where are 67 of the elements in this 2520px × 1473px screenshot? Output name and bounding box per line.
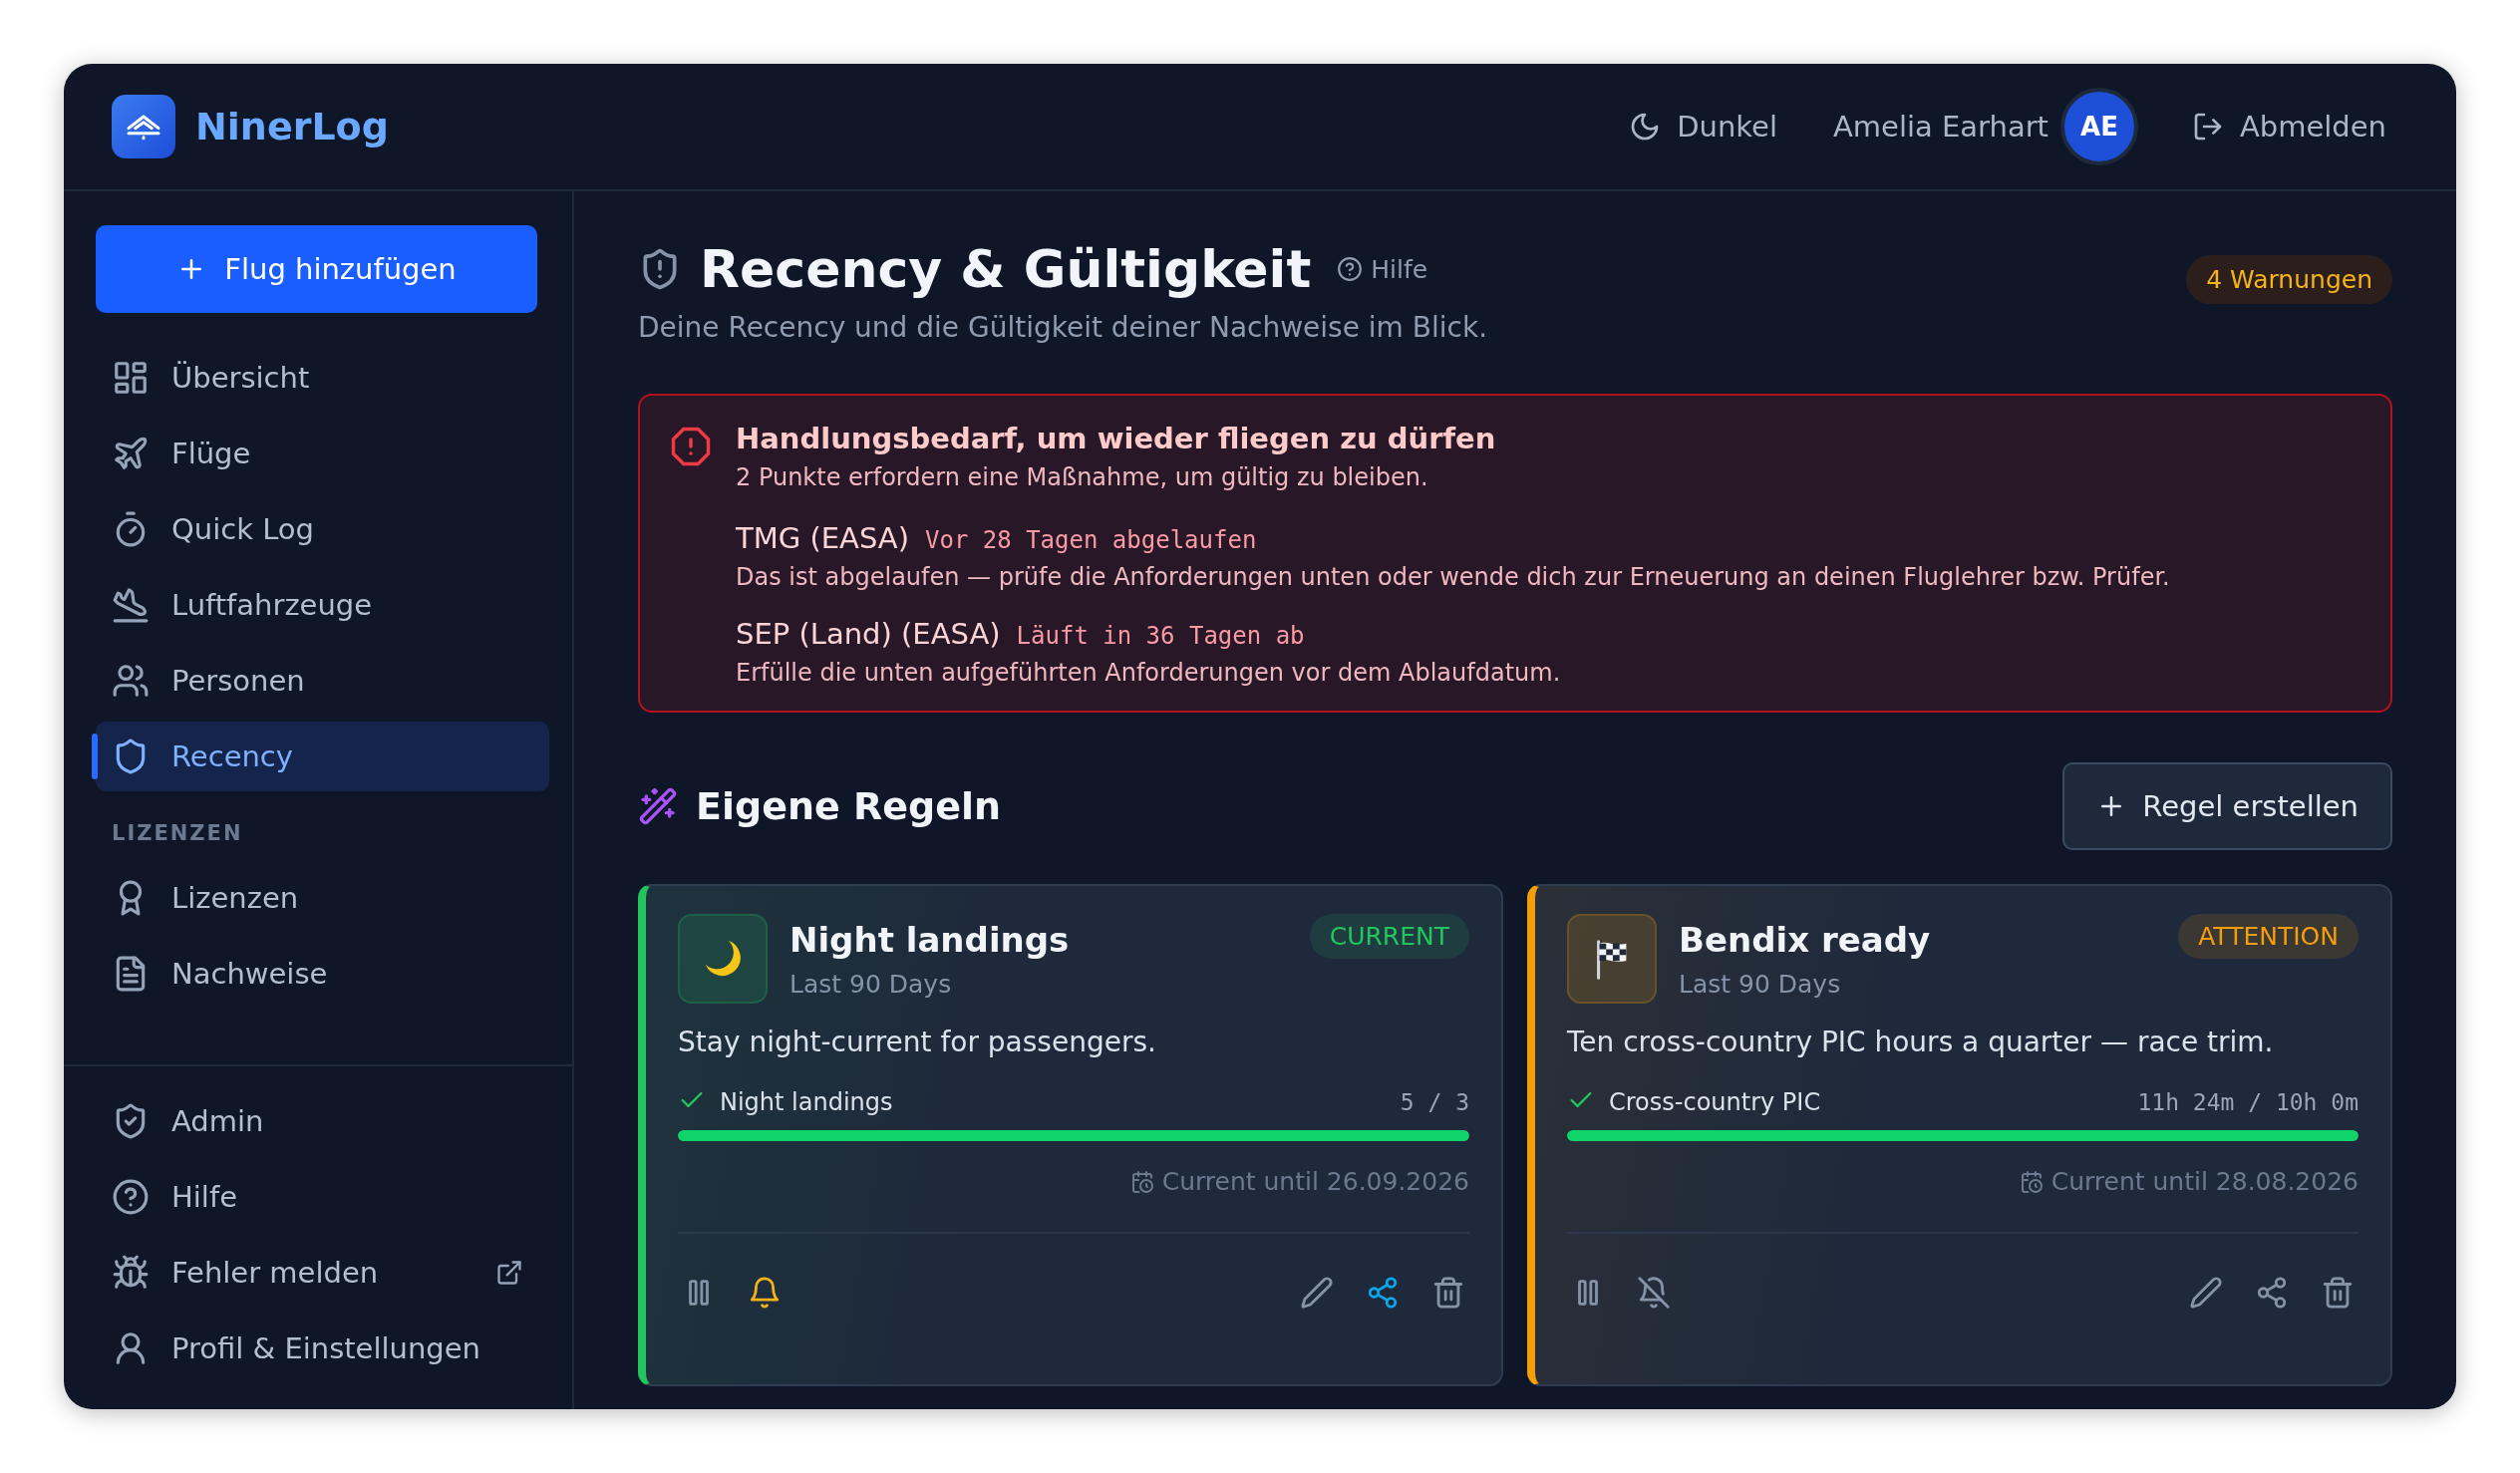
sidebar-item[interactable]: Admin: [96, 1086, 549, 1156]
theme-toggle[interactable]: Dunkel: [1629, 110, 1777, 144]
bell-off-icon: [1637, 1276, 1671, 1310]
user-avatar[interactable]: AE: [2059, 88, 2138, 165]
pencil-icon: [2189, 1276, 2223, 1310]
help-icon: [112, 1178, 150, 1216]
requirement-reading: 5 / 3: [1400, 1089, 1469, 1115]
requirement-label: Night landings: [720, 1088, 893, 1116]
share-icon: [1366, 1276, 1400, 1310]
requirement-label: Cross-country PIC: [1609, 1088, 1821, 1116]
credential-name: TMG (EASA): [736, 521, 909, 555]
app-logo: [112, 95, 175, 158]
external-link-icon: [495, 1259, 523, 1287]
sidebar-item[interactable]: Profil & Einstellungen: [96, 1314, 549, 1383]
expiry-status: Vor 28 Tagen abgelaufen: [925, 526, 1257, 554]
rule-description: Ten cross-country PIC hours a quarter — race trim.: [1567, 1026, 2275, 1058]
grid-icon: [112, 359, 150, 397]
status-badge: ATTENTION: [2178, 914, 2359, 959]
valid-until: Current until 28.08.2026: [2050, 1167, 2359, 1196]
calendar-clock-icon: [2019, 1169, 2044, 1194]
sidebar-item[interactable]: Flüge: [96, 419, 549, 488]
sidebar-item[interactable]: Hilfe: [96, 1162, 549, 1232]
section-title: Eigene Regeln: [696, 784, 1002, 828]
help-icon: [1337, 256, 1364, 282]
airplane-icon: [112, 435, 150, 472]
requirement-reading: 11h 24m / 10h 0m: [2137, 1089, 2359, 1115]
rule-title: Bendix ready: [1679, 920, 1931, 960]
sidebar-item[interactable]: Personen: [96, 646, 549, 716]
rule-title: Night landings: [789, 920, 1070, 960]
valid-until: Current until 26.09.2026: [1161, 1167, 1469, 1196]
logout-button[interactable]: Abmelden: [2191, 110, 2386, 144]
sidebar-item[interactable]: Übersicht: [96, 343, 549, 413]
people-icon: [112, 662, 150, 700]
status-badge: CURRENT: [1309, 914, 1469, 959]
rule-description: Stay night-current for passengers.: [678, 1026, 1157, 1058]
page-subtitle: Deine Recency und die Gültigkeit deiner Nachweise im Blick.: [638, 311, 1488, 344]
credential-name: SEP (Land) (EASA): [736, 617, 1001, 651]
sidebar-item[interactable]: Lizenzen: [96, 863, 549, 933]
user-name: Amelia Earhart: [1832, 110, 2048, 144]
share-icon: [2255, 1276, 2289, 1310]
sidebar-item[interactable]: Fehler melden: [96, 1238, 549, 1308]
sidebar-item[interactable]: Quick Log: [96, 494, 549, 564]
pencil-icon: [1300, 1276, 1334, 1310]
magic-wand-icon: [638, 786, 678, 826]
expiry-status: Läuft in 36 Tagen ab: [1016, 622, 1305, 650]
rule-period: Last 90 Days: [789, 970, 953, 999]
page-title: Recency & Gültigkeit: [700, 239, 1312, 299]
bug-icon: [112, 1254, 150, 1292]
trash-icon: [1431, 1276, 1465, 1310]
alert-octagon-icon: [670, 426, 712, 467]
add-flight-button[interactable]: Flug hinzufügen: [96, 225, 537, 313]
bell-icon: [748, 1276, 782, 1310]
warnings-badge: 4 Warnungen: [2186, 255, 2392, 304]
alert-text: Erfülle die unten aufgeführten Anforderungen vor dem Ablaufdatum.: [736, 659, 1562, 687]
brand-name: NinerLog: [195, 105, 389, 148]
plane-landing-icon: [112, 586, 150, 624]
sidebar-item[interactable]: Nachweise: [96, 939, 549, 1009]
alert-text: Das ist abgelaufen — prüfe die Anforderungen unten oder wende dich zur Erneuerung an deinen Fluglehrer bzw. Prüfer.: [736, 563, 2170, 591]
trash-icon: [2321, 1276, 2355, 1310]
calendar-clock-icon: [1129, 1169, 1154, 1194]
alert-summary: 2 Punkte erfordern eine Maßnahme, um gültig zu bleiben.: [736, 463, 1429, 491]
help-link[interactable]: Hilfe: [1337, 254, 1428, 284]
rule-period: Last 90 Days: [1679, 970, 1842, 999]
alert-title: Handlungsbedarf, um wieder fliegen zu dürfen: [736, 422, 1497, 455]
section-heading: LIZENZEN: [112, 821, 244, 845]
sidebar-item[interactable]: Luftfahrzeuge: [96, 570, 549, 640]
create-rule-button[interactable]: Regel erstellen: [2062, 762, 2392, 850]
